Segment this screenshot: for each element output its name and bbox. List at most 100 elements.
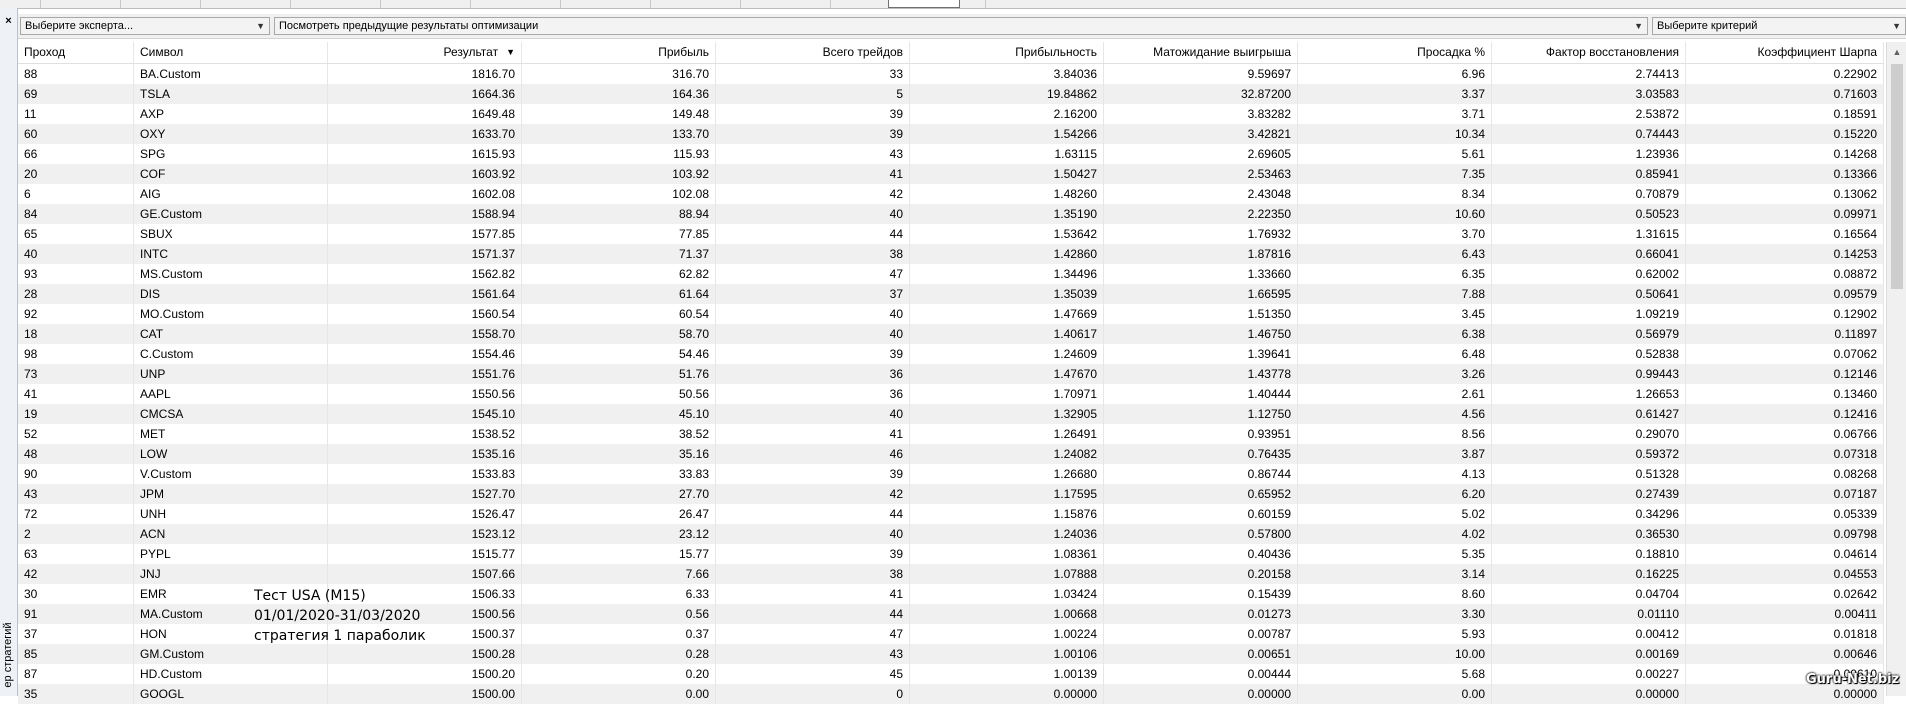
cell-sharpe-ratio: 0.14268 [1686,144,1884,164]
cell-profit-factor: 1.00106 [910,644,1104,664]
scrollbar-thumb[interactable] [1891,64,1903,289]
column-header-drawdown[interactable]: Просадка % [1298,42,1492,63]
scroll-up-icon[interactable]: ▲ [1887,42,1906,62]
cell-expected-payoff: 0.76435 [1104,444,1298,464]
table-row[interactable]: 52 MET 1538.52 38.52 41 1.26491 0.93951 8.56 0.2… [18,424,1884,444]
table-row[interactable]: 85 GM.Custom 1500.28 0.28 43 1.00106 0.00651 10… [18,644,1884,664]
cell-result: 1500.28 [328,644,522,664]
vertical-scrollbar[interactable]: ▲ [1886,42,1906,696]
previous-results-select[interactable]: Посмотреть предыдущие результаты оптимиз… [274,17,1648,35]
table-row[interactable]: 2 ACN 1523.12 23.12 40 1.24036 0.57800 4.02 0.36… [18,524,1884,544]
table-row[interactable]: 72 UNH 1526.47 26.47 44 1.15876 0.60159 5.02 0.3… [18,504,1884,524]
cell-profit-factor: 1.24609 [910,344,1104,364]
cell-profit: 77.85 [522,224,716,244]
cell-pass: 60 [18,124,134,144]
table-row[interactable]: 28 DIS 1561.64 61.64 37 1.35039 1.66595 7.88 0.5… [18,284,1884,304]
cell-profit: 149.48 [522,104,716,124]
cell-profit-factor: 0.00000 [910,684,1104,704]
cell-sharpe-ratio: 0.00000 [1686,684,1884,704]
cell-result: 1649.48 [328,104,522,124]
table-row[interactable]: 84 GE.Custom 1588.94 88.94 40 1.35190 2.22350 1… [18,204,1884,224]
table-row[interactable]: 6 AIG 1602.08 102.08 42 1.48260 2.43048 8.34 0.7… [18,184,1884,204]
cell-expected-payoff: 1.46750 [1104,324,1298,344]
cell-pass: 84 [18,204,134,224]
cell-profit: 54.46 [522,344,716,364]
cell-sharpe-ratio: 0.71603 [1686,84,1884,104]
column-header-profit[interactable]: Прибыль [522,42,716,63]
table-row[interactable]: 93 MS.Custom 1562.82 62.82 47 1.34496 1.33660 6… [18,264,1884,284]
cell-pass: 52 [18,424,134,444]
cell-recovery-factor: 0.62002 [1492,264,1686,284]
cell-recovery-factor: 0.01110 [1492,604,1686,624]
column-header-recovery-factor[interactable]: Фактор восстановления [1492,42,1686,63]
table-row[interactable]: 88 BA.Custom 1816.70 316.70 33 3.84036 9.59697… [18,64,1884,84]
cell-symbol: AXP [134,104,328,124]
table-row[interactable]: 65 SBUX 1577.85 77.85 44 1.53642 1.76932 3.70 1.… [18,224,1884,244]
cell-sharpe-ratio: 0.09579 [1686,284,1884,304]
table-row[interactable]: 90 V.Custom 1533.83 33.83 39 1.26680 0.86744 4.… [18,464,1884,484]
table-header-row: Проход Символ Результат ▼ Прибыль Всего т… [18,42,1884,64]
table-row[interactable]: 43 JPM 1527.70 27.70 42 1.17595 0.65952 6.20 0.2… [18,484,1884,504]
table-row[interactable]: 20 COF 1603.92 103.92 41 1.50427 2.53463 7.35 0.… [18,164,1884,184]
table-row[interactable]: 40 INTC 1571.37 71.37 38 1.42860 1.87816 6.43 0.… [18,244,1884,264]
cell-symbol: JNJ [134,564,328,584]
column-header-expected-payoff[interactable]: Матожидание выигрыша [1104,42,1298,63]
column-header-pass[interactable]: Проход [18,42,134,63]
cell-sharpe-ratio: 0.12416 [1686,404,1884,424]
cell-drawdown: 5.02 [1298,504,1492,524]
table-row[interactable]: 92 MO.Custom 1560.54 60.54 40 1.47669 1.51350 3… [18,304,1884,324]
table-row[interactable]: 87 HD.Custom 1500.20 0.20 45 1.00139 0.00444 5.… [18,664,1884,684]
table-row[interactable]: 35 GOOGL 1500.00 0.00 0 0.00000 0.00000 0.00 0.0… [18,684,1884,704]
table-row[interactable]: 63 PYPL 1515.77 15.77 39 1.08361 0.40436 5.35 0.… [18,544,1884,564]
cell-pass: 6 [18,184,134,204]
cell-profit: 23.12 [522,524,716,544]
cell-recovery-factor: 0.27439 [1492,484,1686,504]
cell-recovery-factor: 1.31615 [1492,224,1686,244]
table-row[interactable]: 60 OXY 1633.70 133.70 39 1.54266 3.42821 10.34 0… [18,124,1884,144]
column-header-profit-factor[interactable]: Прибыльность [910,42,1104,63]
table-row[interactable]: 48 LOW 1535.16 35.16 46 1.24082 0.76435 3.87 0.5… [18,444,1884,464]
cell-profit-factor: 1.40617 [910,324,1104,344]
table-row[interactable]: 11 AXP 1649.48 149.48 39 2.16200 3.83282 3.71 2.… [18,104,1884,124]
cell-profit-factor: 2.16200 [910,104,1104,124]
criterion-select[interactable]: Выберите критерий ▼ [1652,17,1906,35]
cell-expected-payoff: 1.66595 [1104,284,1298,304]
active-tab[interactable] [888,0,960,8]
table-row[interactable]: 73 UNP 1551.76 51.76 36 1.47670 1.43778 3.26 0.9… [18,364,1884,384]
cell-total-trades: 40 [716,204,910,224]
cell-profit-factor: 19.84862 [910,84,1104,104]
chevron-down-icon: ▼ [1634,21,1643,31]
cell-expected-payoff: 1.39641 [1104,344,1298,364]
cell-recovery-factor: 0.52838 [1492,344,1686,364]
expert-select[interactable]: Выберите эксперта... ▼ [20,17,270,35]
table-row[interactable]: 42 JNJ 1507.66 7.66 38 1.07888 0.20158 3.14 0.16… [18,564,1884,584]
table-row[interactable]: 69 TSLA 1664.36 164.36 5 19.84862 32.87200 3.37… [18,84,1884,104]
column-header-sharpe-ratio[interactable]: Коэффициент Шарпа [1686,42,1884,63]
cell-total-trades: 44 [716,224,910,244]
cell-profit: 50.56 [522,384,716,404]
cell-symbol: UNH [134,504,328,524]
cell-sharpe-ratio: 0.08872 [1686,264,1884,284]
column-header-result[interactable]: Результат ▼ [328,42,522,63]
cell-sharpe-ratio: 0.13366 [1686,164,1884,184]
cell-sharpe-ratio: 0.06766 [1686,424,1884,444]
table-row[interactable]: 18 CAT 1558.70 58.70 40 1.40617 1.46750 6.38 0.5… [18,324,1884,344]
table-row[interactable]: 19 CMCSA 1545.10 45.10 40 1.32905 1.12750 4.56 0… [18,404,1884,424]
cell-recovery-factor: 0.00227 [1492,664,1686,684]
column-header-total-trades[interactable]: Всего трейдов [716,42,910,63]
tab-separator [985,0,986,8]
cell-expected-payoff: 1.87816 [1104,244,1298,264]
cell-symbol: GOOGL [134,684,328,704]
close-icon[interactable]: × [2,15,15,28]
cell-profit-factor: 1.24082 [910,444,1104,464]
table-row[interactable]: 98 C.Custom 1554.46 54.46 39 1.24609 1.39641 6.… [18,344,1884,364]
cell-expected-payoff: 0.65952 [1104,484,1298,504]
table-row[interactable]: 66 SPG 1615.93 115.93 43 1.63115 2.69605 5.61 1.… [18,144,1884,164]
table-row[interactable]: 41 AAPL 1550.56 50.56 36 1.70971 1.40444 2.61 1.… [18,384,1884,404]
column-header-symbol[interactable]: Символ [134,42,328,63]
cell-profit: 133.70 [522,124,716,144]
tab-separator [740,0,741,8]
cell-symbol: TSLA [134,84,328,104]
cell-recovery-factor: 0.50641 [1492,284,1686,304]
cell-result: 1527.70 [328,484,522,504]
